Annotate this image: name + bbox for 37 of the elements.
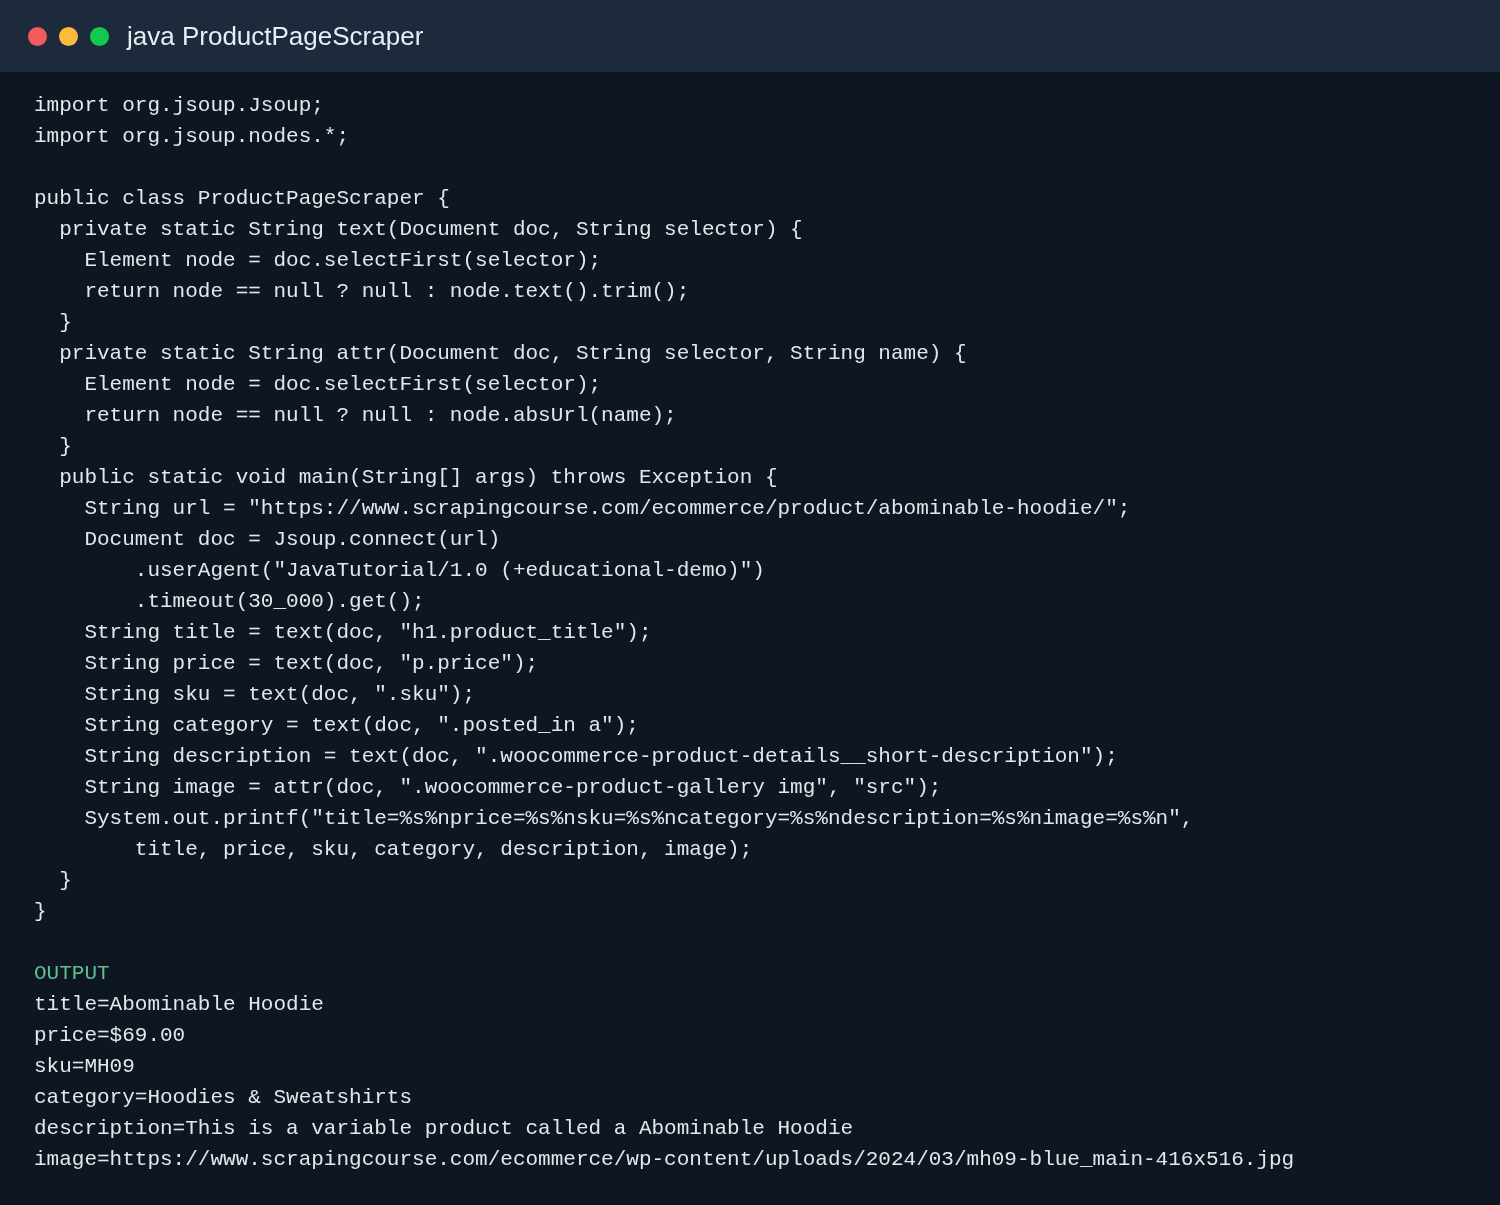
code-line: title, price, sku, category, description, image); bbox=[133, 837, 753, 863]
output-line: image=https://www.scrapingcourse.com/ecommerce/wp-content/uploads/2024/03/mh09-blue_main-416x516.jpg bbox=[34, 1147, 1295, 1173]
code-line: Element node = doc.selectFirst(selector); bbox=[83, 248, 602, 274]
code-line: Document doc = Jsoup.connect(url) bbox=[83, 527, 501, 553]
code-line: String price = text(doc, "p.price"); bbox=[83, 651, 539, 677]
code-line: private static String text(Document doc, String selector) { bbox=[58, 217, 803, 243]
maximize-button[interactable] bbox=[90, 26, 109, 46]
window-title: java ProductPageScraper bbox=[127, 20, 424, 52]
code-line: import org.jsoup.Jsoup; bbox=[34, 93, 324, 119]
output-label: OUTPUT bbox=[34, 961, 110, 987]
code-line: return node == null ? null : node.text().trim(); bbox=[83, 279, 690, 305]
code-line: public class ProductPageScraper { bbox=[34, 186, 450, 212]
code-line: String image = attr(doc, ".woocommerce-product-gallery img", "src"); bbox=[83, 775, 942, 801]
code-line: String title = text(doc, "h1.product_title"); bbox=[83, 620, 652, 646]
code-line: } bbox=[58, 434, 72, 460]
code-line: } bbox=[34, 899, 47, 925]
code-line: return node == null ? null : node.absUrl(name); bbox=[83, 403, 677, 429]
code-line: } bbox=[58, 868, 72, 894]
code-line: String category = text(doc, ".posted_in a"); bbox=[83, 713, 639, 739]
output-line: title=Abominable Hoodie bbox=[34, 992, 324, 1018]
code-line: Element node = doc.selectFirst(selector); bbox=[83, 372, 602, 398]
code-line: private static String attr(Document doc, String selector, String name) { bbox=[58, 341, 967, 367]
output-line: category=Hoodies & Sweatshirts bbox=[34, 1085, 413, 1111]
code-line: String description = text(doc, ".woocommerce-product-details__short-description"); bbox=[83, 744, 1118, 770]
minimize-button[interactable] bbox=[59, 26, 78, 46]
code-line: .timeout(30_000).get(); bbox=[133, 589, 425, 615]
output-line: description=This is a variable product called a Abominable Hoodie bbox=[34, 1116, 854, 1142]
output-line: price=$69.00 bbox=[34, 1023, 186, 1049]
code-line: System.out.printf("title=%s%nprice=%s%nsku=%s%ncategory=%s%ndescription=%s%nimage=%s%n", bbox=[83, 806, 1194, 832]
code-line: import org.jsoup.nodes.*; bbox=[34, 124, 350, 150]
code-line: String sku = text(doc, ".sku"); bbox=[83, 682, 476, 708]
code-line: .userAgent("JavaTutorial/1.0 (+educational-demo)") bbox=[133, 558, 765, 584]
output-line: sku=MH09 bbox=[34, 1054, 135, 1080]
code-line: } bbox=[58, 310, 72, 336]
close-button[interactable] bbox=[28, 26, 47, 46]
code-line: String url = "https://www.scrapingcourse.com/ecommerce/product/abominable-hoodie/"; bbox=[83, 496, 1131, 522]
code-line: public static void main(String[] args) throws Exception { bbox=[58, 465, 778, 491]
